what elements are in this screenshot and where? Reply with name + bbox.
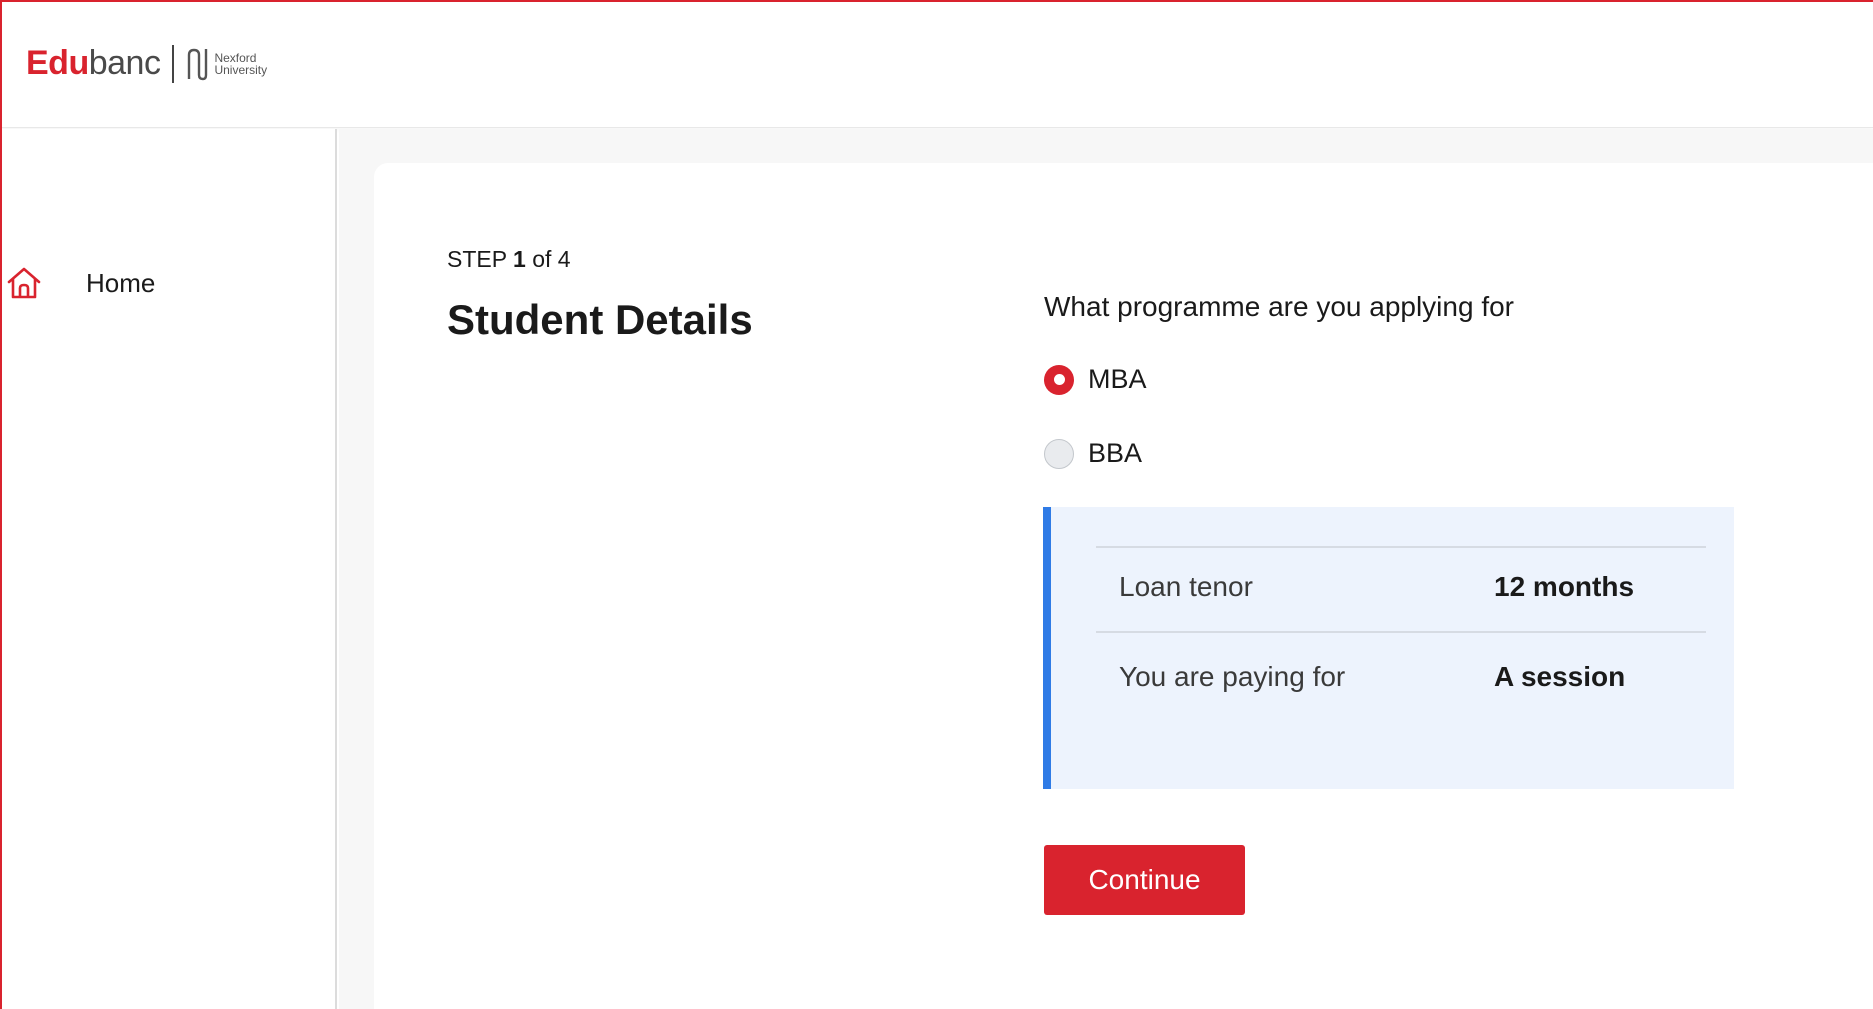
nexford-logo-text: Nexford University xyxy=(214,52,267,76)
sidebar-item-home[interactable]: Home xyxy=(6,265,155,301)
radio-label: BBA xyxy=(1088,438,1143,468)
edubanc-logo[interactable]: Edu banc Nexford University xyxy=(26,44,267,83)
divider xyxy=(1096,631,1706,633)
radio-option-mba[interactable]: MBA xyxy=(1044,364,1147,395)
sidebar: Home xyxy=(0,129,337,1009)
radio-label: MBA xyxy=(1088,364,1147,394)
top-header: Edu banc Nexford University xyxy=(0,0,1873,128)
programme-question: What programme are you applying for xyxy=(1044,291,1514,322)
loan-info-box: Loan tenor 12 months You are paying for … xyxy=(1043,507,1734,789)
divider xyxy=(1096,546,1706,548)
step-current: 1 xyxy=(513,246,526,272)
step-indicator: STEP 1 of 4 xyxy=(447,246,571,273)
info-row-paying-for: You are paying for A session xyxy=(1119,661,1719,693)
info-row-loan-tenor: Loan tenor 12 months xyxy=(1119,571,1719,603)
step-suffix: of 4 xyxy=(532,246,571,272)
step-prefix: STEP xyxy=(447,246,507,272)
radio-unchecked-icon[interactable] xyxy=(1044,438,1074,469)
radio-checked-icon[interactable] xyxy=(1044,364,1074,395)
nexford-logo-icon xyxy=(186,47,208,81)
continue-button[interactable]: Continue xyxy=(1044,845,1245,915)
info-value: A session xyxy=(1494,661,1626,692)
page-title: Student Details xyxy=(447,296,753,343)
info-key: You are paying for xyxy=(1119,661,1346,692)
radio-option-bba[interactable]: BBA xyxy=(1044,438,1142,469)
home-icon xyxy=(7,267,41,299)
info-value: 12 months xyxy=(1494,571,1635,602)
logo-text-banc: banc xyxy=(88,44,161,82)
logo-text-edu: Edu xyxy=(26,44,89,82)
logo-divider xyxy=(172,44,175,83)
info-key: Loan tenor xyxy=(1119,571,1253,602)
sidebar-item-label: Home xyxy=(86,267,156,298)
nexford-logo-line2: University xyxy=(214,62,268,77)
